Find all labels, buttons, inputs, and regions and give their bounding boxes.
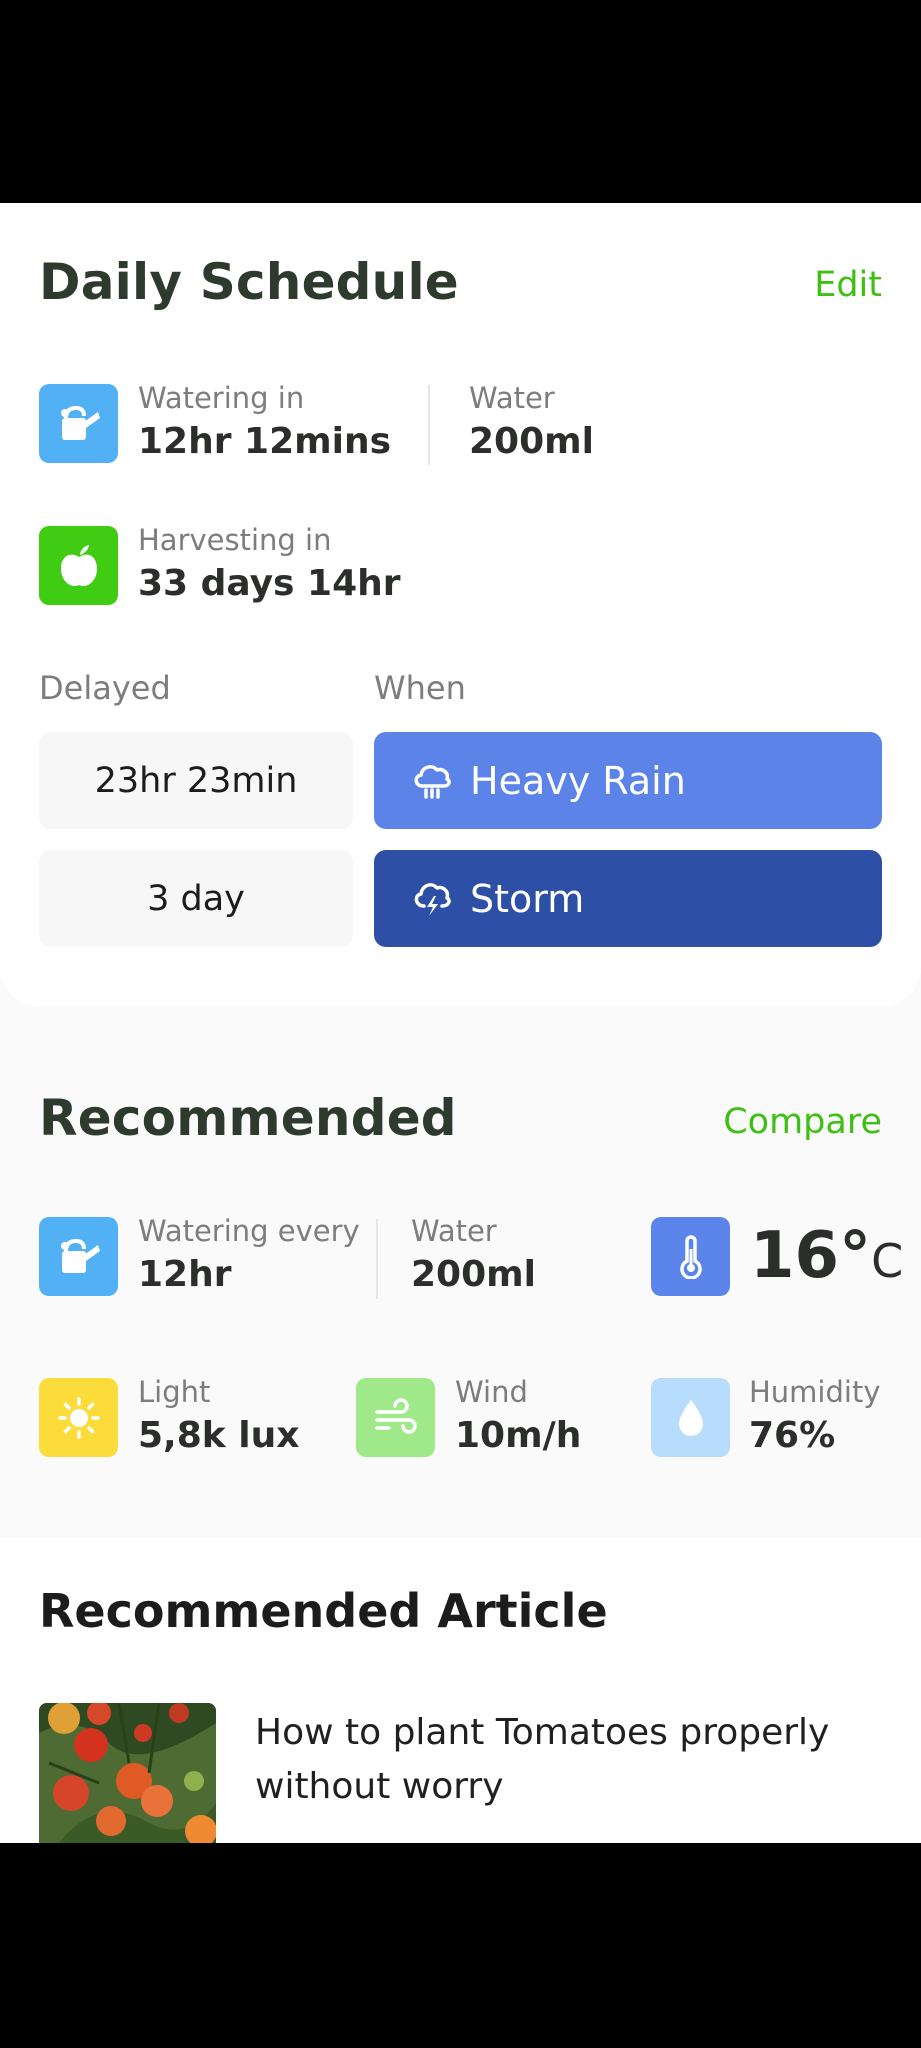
humidity-value: 76% xyxy=(749,1415,836,1456)
watering-can-icon xyxy=(39,384,118,463)
article-title-link[interactable]: How to plant Tomatoes properly without w… xyxy=(255,1706,875,1814)
watering-in-value: 12hr 12mins xyxy=(138,421,392,462)
storm-label: Storm xyxy=(470,876,585,921)
watering-every-label: Watering every xyxy=(138,1214,360,1248)
cloud-lightning-icon xyxy=(414,882,451,916)
heavy-rain-label: Heavy Rain xyxy=(470,758,686,803)
water-label: Water xyxy=(411,1214,497,1248)
thermometer-icon xyxy=(651,1217,730,1296)
wind-icon xyxy=(356,1378,435,1457)
when-header: When xyxy=(374,669,466,707)
droplet-icon xyxy=(651,1378,730,1457)
divider xyxy=(376,1219,378,1299)
compare-button[interactable]: Compare xyxy=(723,1102,882,1142)
app-screen: Daily Schedule Edit Watering in 12hr 12m… xyxy=(0,203,921,1843)
apple-icon xyxy=(39,526,118,605)
water-label: Water xyxy=(469,381,555,415)
light-value: 5,8k lux xyxy=(138,1415,300,1456)
divider xyxy=(428,385,430,465)
temperature-value: 16°C xyxy=(750,1219,904,1293)
recommended-article-title: Recommended Article xyxy=(39,1584,608,1638)
wind-value: 10m/h xyxy=(455,1415,582,1456)
humidity-label: Humidity xyxy=(749,1375,881,1409)
wind-label: Wind xyxy=(455,1375,528,1409)
harvesting-in-value: 33 days 14hr xyxy=(138,563,401,604)
edit-button[interactable]: Edit xyxy=(814,265,882,305)
watering-in-label: Watering in xyxy=(138,381,305,415)
water-value: 200ml xyxy=(469,421,594,462)
sun-icon xyxy=(39,1378,118,1457)
daily-schedule-title: Daily Schedule xyxy=(39,253,459,311)
daily-schedule-card: Daily Schedule Edit Watering in 12hr 12m… xyxy=(0,203,921,1007)
recommended-title: Recommended xyxy=(39,1089,457,1147)
cloud-rain-icon xyxy=(414,764,451,799)
harvesting-in-label: Harvesting in xyxy=(138,523,332,557)
watering-can-icon xyxy=(39,1217,118,1296)
storm-button[interactable]: Storm xyxy=(374,850,882,947)
watering-every-value: 12hr xyxy=(138,1254,232,1295)
article-thumbnail[interactable] xyxy=(39,1703,216,1843)
light-label: Light xyxy=(138,1375,211,1409)
delayed-header: Delayed xyxy=(39,669,171,707)
delay-chip[interactable]: 3 day xyxy=(39,850,353,947)
heavy-rain-button[interactable]: Heavy Rain xyxy=(374,732,882,829)
water-value: 200ml xyxy=(411,1254,536,1295)
delay-chip[interactable]: 23hr 23min xyxy=(39,732,353,829)
